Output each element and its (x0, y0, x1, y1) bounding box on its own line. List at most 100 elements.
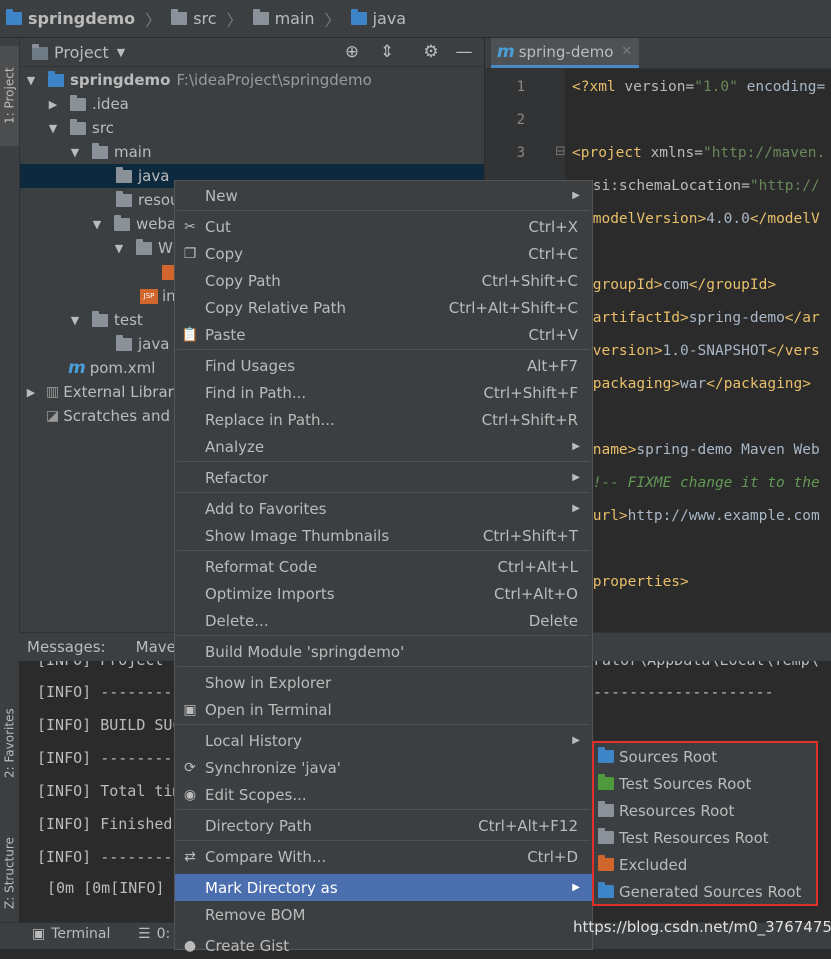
menu-item-delete[interactable]: Delete... Delete (175, 607, 592, 634)
menu-item-label: Directory Path (205, 816, 312, 835)
menu-item-find-in-path[interactable]: Find in Path... Ctrl+Shift+F (175, 379, 592, 406)
menu-item-add-to-favorites[interactable]: Add to Favorites ▶ (175, 495, 592, 522)
menu-item-mark-directory-as[interactable]: Mark Directory as ▶ (175, 874, 592, 901)
tree-node-src[interactable]: ▼ src (20, 116, 484, 140)
menu-item-label: Compare With... (205, 847, 327, 866)
submenu-item-generated-sources-root[interactable]: Generated Sources Root (594, 878, 816, 905)
console-line: [INFO] -------- (37, 749, 173, 767)
tool-tab-terminal[interactable]: ▣ Terminal (32, 926, 110, 942)
code-token: <artifactId> (584, 310, 689, 326)
menu-item-compare-with[interactable]: ⇄ Compare With... Ctrl+D (175, 843, 592, 870)
menu-item-synchronize-java[interactable]: ⟳ Synchronize 'java' (175, 754, 592, 781)
clipboard-icon: 📋 (181, 326, 199, 343)
breadcrumb-separator: 〉 (226, 10, 243, 30)
menu-item-label: Copy (205, 244, 244, 263)
folder-icon (92, 142, 108, 159)
fold-icon[interactable]: ⊟ (555, 144, 566, 159)
menu-item-analyze[interactable]: Analyze ▶ (175, 433, 592, 460)
menu-item-shortcut: Ctrl+C (528, 244, 578, 263)
tree-node-main[interactable]: ▼ main (20, 140, 484, 164)
code-line: <modelVersion>4.0.0</modelV (584, 211, 820, 227)
submenu-item-label: Test Sources Root (619, 774, 752, 793)
code-token: </packaging> (706, 376, 811, 392)
close-icon[interactable]: ✕ (621, 44, 632, 59)
menu-item-paste[interactable]: 📋 Paste Ctrl+V (175, 321, 592, 348)
menu-item-create-gist[interactable]: ● Create Gist (175, 932, 592, 959)
menu-item-shortcut: Ctrl+Shift+F (483, 383, 578, 402)
locate-icon[interactable]: ⊕ (342, 42, 362, 62)
console-line: [INFO] -------- (37, 848, 173, 866)
menu-item-shortcut: Alt+F7 (526, 356, 578, 375)
code-token: </groupId> (688, 277, 777, 293)
chevron-down-icon[interactable]: ▼ (117, 46, 125, 59)
code-line: <!-- FIXME change it to the (584, 475, 820, 491)
menu-item-remove-bom[interactable]: Remove BOM (175, 901, 592, 928)
submenu-item-test-sources-root[interactable]: Test Sources Root (594, 770, 816, 797)
submenu-item-label: Generated Sources Root (619, 882, 802, 901)
expand-arrow-icon[interactable]: ▶ (46, 98, 60, 111)
library-icon: ▥ (46, 384, 60, 400)
breadcrumb-item-java[interactable]: java (345, 0, 413, 37)
breadcrumb-item-project[interactable]: springdemo (0, 0, 141, 37)
tree-node-root[interactable]: ▼ springdemo F:\ideaProject\springdemo (20, 68, 484, 92)
menu-item-label: New (205, 186, 238, 205)
menu-separator (177, 492, 590, 493)
menu-item-show-in-explorer[interactable]: Show in Explorer (175, 669, 592, 696)
menu-item-new[interactable]: New ▶ (175, 182, 592, 209)
menu-item-open-in-terminal[interactable]: ▣ Open in Terminal (175, 696, 592, 723)
menu-item-copy[interactable]: ❐ Copy Ctrl+C (175, 240, 592, 267)
minimize-icon[interactable]: — (454, 42, 474, 62)
gear-icon[interactable]: ⚙ (421, 42, 441, 62)
expand-arrow-icon[interactable]: ▼ (68, 314, 82, 327)
menu-item-build-module-springdemo[interactable]: Build Module 'springdemo' (175, 638, 592, 665)
submenu-item-resources-root[interactable]: Resources Root (594, 797, 816, 824)
menu-item-edit-scopes[interactable]: ◉ Edit Scopes... (175, 781, 592, 808)
menu-item-reformat-code[interactable]: Reformat Code Ctrl+Alt+L (175, 553, 592, 580)
collapse-all-icon[interactable]: ⇕ (377, 42, 397, 62)
tree-node-idea[interactable]: ▶ .idea (20, 92, 484, 116)
expand-arrow-icon[interactable]: ▼ (68, 146, 82, 159)
folder-icon (116, 190, 132, 207)
maven-icon: m (497, 41, 515, 62)
expand-arrow-icon[interactable]: ▼ (46, 122, 60, 135)
menu-item-shortcut: Ctrl+Alt+F12 (478, 816, 578, 835)
tool-tab-favorites[interactable]: 2: Favorites (0, 688, 19, 798)
submenu-item-excluded[interactable]: Excluded (594, 851, 816, 878)
expand-arrow-icon[interactable]: ▼ (90, 218, 104, 231)
submenu-item-test-resources-root[interactable]: Test Resources Root (594, 824, 816, 851)
menu-item-cut[interactable]: ✂ Cut Ctrl+X (175, 213, 592, 240)
menu-item-find-usages[interactable]: Find Usages Alt+F7 (175, 352, 592, 379)
code-line: <version>1.0-SNAPSHOT</vers (584, 343, 820, 359)
tool-tab-structure[interactable]: Z: Structure (0, 818, 19, 928)
menu-item-shortcut: Ctrl+V (528, 325, 578, 344)
menu-item-directory-path[interactable]: Directory Path Ctrl+Alt+F12 (175, 812, 592, 839)
menu-item-label: Replace in Path... (205, 410, 335, 429)
menu-item-show-image-thumbnails[interactable]: Show Image Thumbnails Ctrl+Shift+T (175, 522, 592, 549)
menu-item-local-history[interactable]: Local History ▶ (175, 727, 592, 754)
menu-item-copy-path[interactable]: Copy Path Ctrl+Shift+C (175, 267, 592, 294)
menu-item-copy-relative-path[interactable]: Copy Relative Path Ctrl+Alt+Shift+C (175, 294, 592, 321)
editor-tab-pom[interactable]: m spring-demo ✕ (491, 38, 639, 68)
github-icon: ● (183, 937, 197, 954)
menu-item-label: Show Image Thumbnails (205, 526, 390, 545)
code-token: </ar (784, 310, 820, 326)
breadcrumb-item-src[interactable]: src (165, 0, 222, 37)
submenu-item-sources-root[interactable]: Sources Root (594, 743, 816, 770)
menu-item-refactor[interactable]: Refactor ▶ (175, 464, 592, 491)
expand-arrow-icon[interactable]: ▼ (24, 74, 38, 87)
menu-item-label: Copy Relative Path (205, 298, 347, 317)
code-line: <properties> (584, 574, 689, 590)
expand-arrow-icon[interactable]: ▼ (112, 242, 126, 255)
menu-item-label: Mark Directory as (205, 878, 338, 897)
breadcrumb-item-main[interactable]: main (247, 0, 321, 37)
code-token: <project (572, 145, 651, 161)
editor-code-area[interactable]: <?xml version="1.0" encoding= <project xm… (566, 69, 831, 632)
menu-item-replace-in-path[interactable]: Replace in Path... Ctrl+Shift+R (175, 406, 592, 433)
menu-item-optimize-imports[interactable]: Optimize Imports Ctrl+Alt+O (175, 580, 592, 607)
console-line: [INFO] -------- (37, 683, 173, 701)
tool-tab-project[interactable]: 1: Project (0, 46, 19, 146)
expand-arrow-icon[interactable]: ▶ (24, 386, 38, 399)
project-panel-title[interactable]: Project (54, 43, 109, 62)
menu-item-shortcut: Ctrl+Shift+R (481, 410, 578, 429)
xml-file-icon (162, 264, 174, 280)
